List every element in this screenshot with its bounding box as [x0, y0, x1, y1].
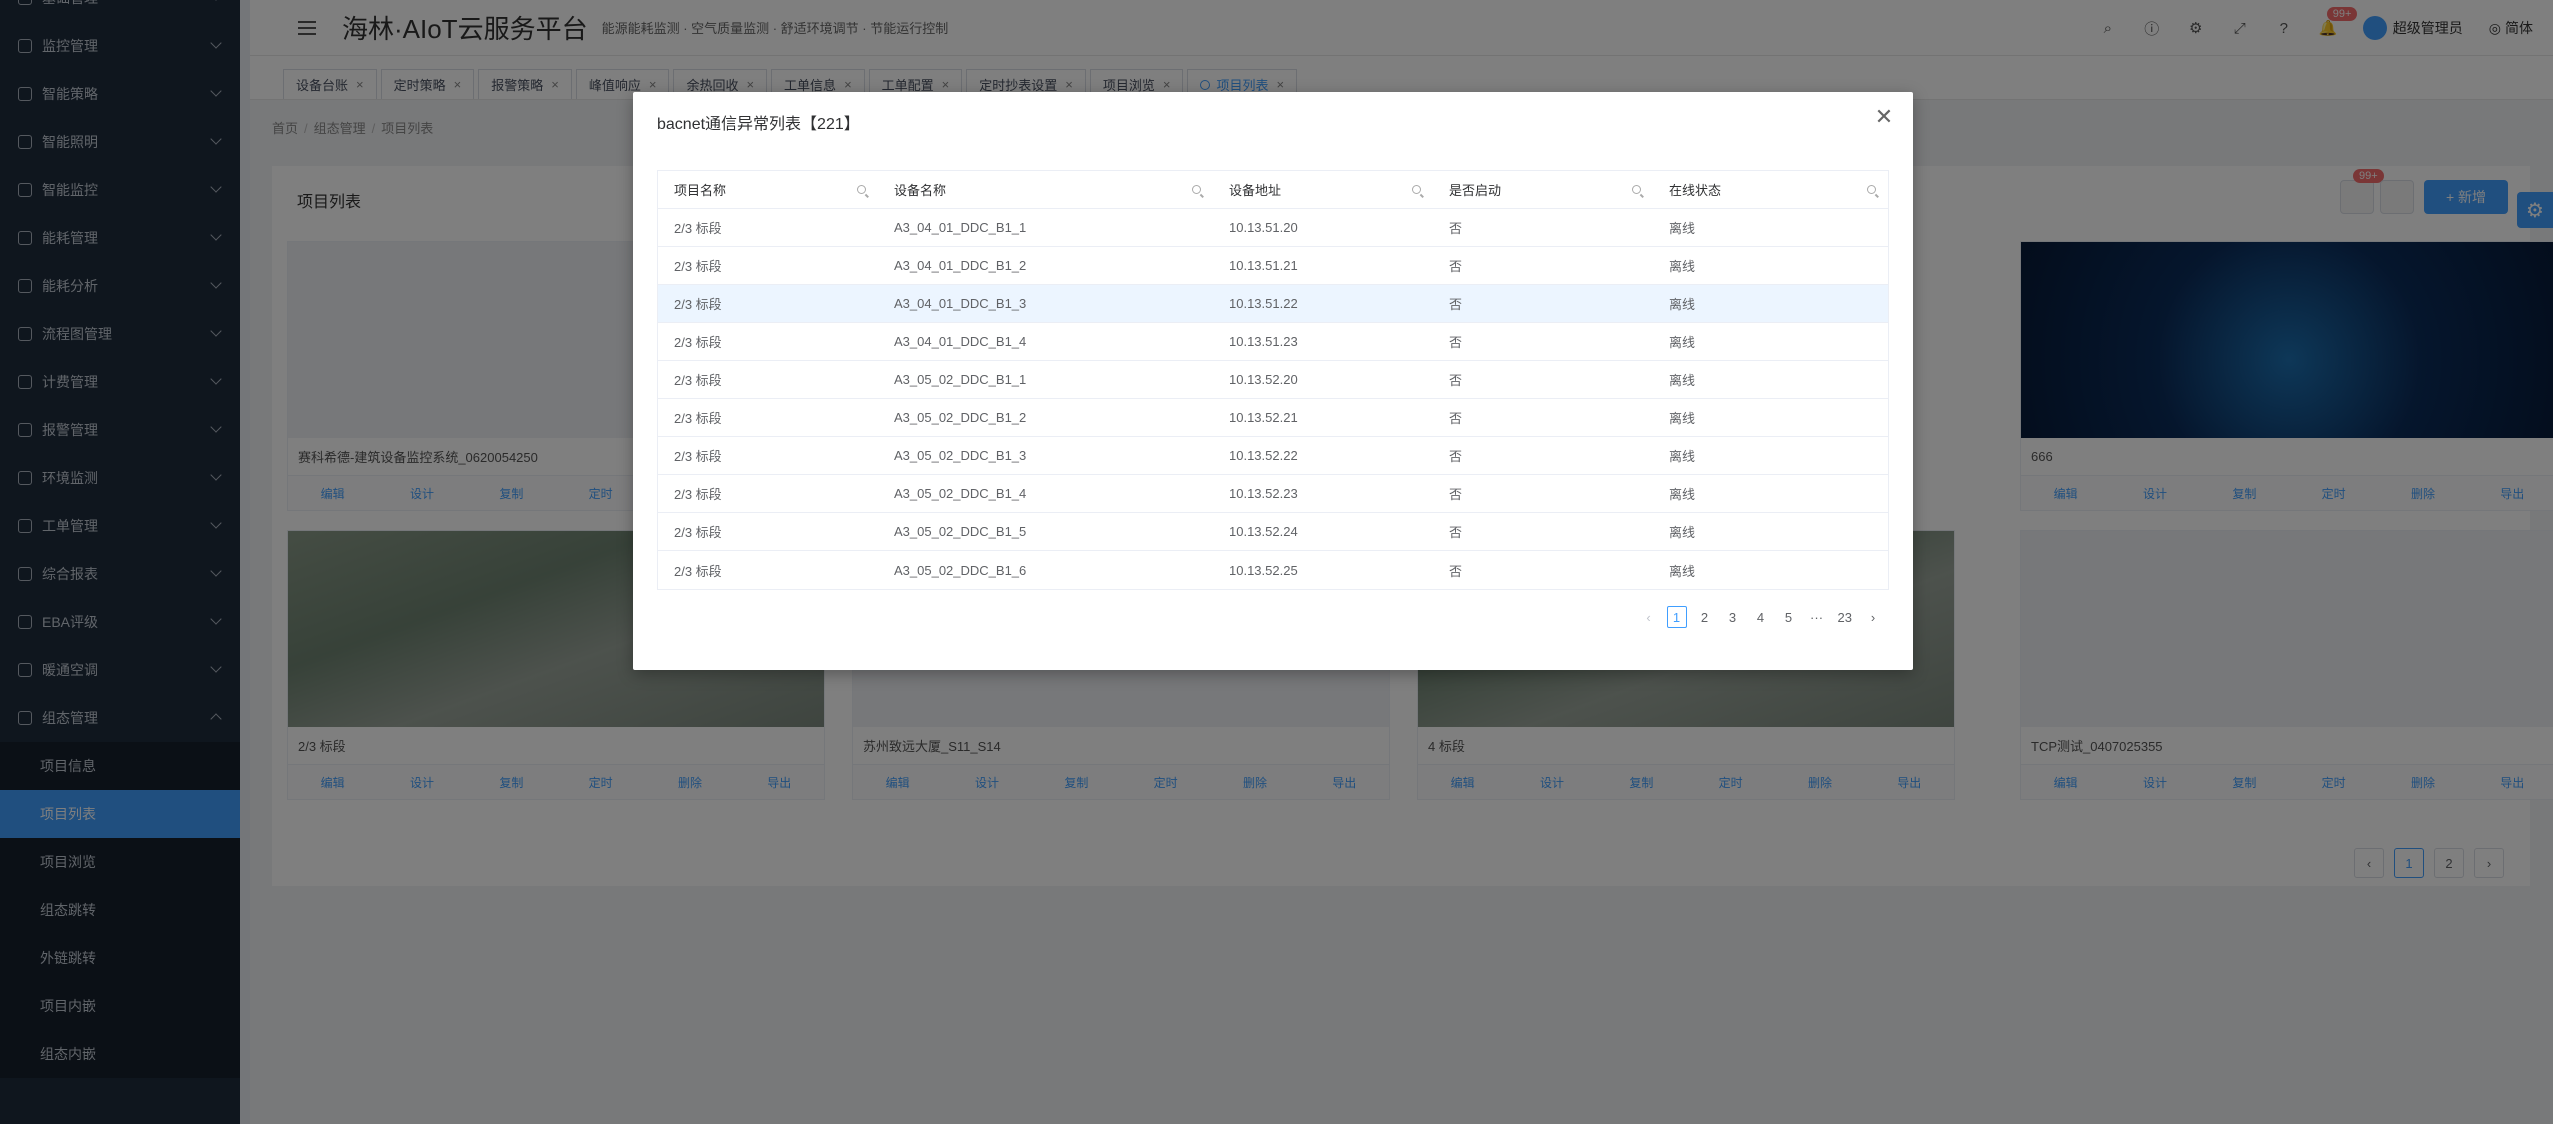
dialog-page-button[interactable]: 5: [1779, 606, 1799, 628]
table-cell: 离线: [1669, 259, 1696, 274]
table-cell: 2/3 标段: [674, 297, 722, 312]
table-cell: A3_05_02_DDC_B1_5: [894, 524, 1027, 539]
table-cell: 否: [1449, 411, 1463, 426]
table-cell: 离线: [1669, 221, 1696, 236]
column-header-label: 项目名称: [674, 183, 727, 198]
table-cell: 10.13.51.20: [1229, 220, 1298, 235]
search-icon[interactable]: [1412, 184, 1421, 194]
table-header: 项目名称 设备名称 设备地址 是否启动 在线状态: [658, 171, 1888, 209]
column-header-label: 在线状态: [1669, 183, 1722, 198]
table-cell: 否: [1449, 297, 1463, 312]
column-header-label: 设备地址: [1229, 183, 1282, 198]
table-cell: 离线: [1669, 297, 1696, 312]
table-cell: 2/3 标段: [674, 487, 722, 502]
column-header: 设备名称: [878, 171, 1213, 209]
table-cell: 10.13.51.21: [1229, 258, 1298, 273]
table-cell: 否: [1449, 373, 1463, 388]
table-cell: A3_04_01_DDC_B1_3: [894, 296, 1027, 311]
table-row[interactable]: 2/3 标段 A3_04_01_DDC_B1_4 10.13.51.23 否 离线: [658, 323, 1888, 361]
table-cell: 10.13.52.22: [1229, 448, 1298, 463]
dialog-page-button[interactable]: 1: [1666, 606, 1687, 628]
table-cell: 否: [1449, 335, 1463, 350]
table-cell: 10.13.51.23: [1229, 334, 1298, 349]
table-cell: A3_04_01_DDC_B1_4: [894, 334, 1027, 349]
table-cell: 否: [1449, 221, 1463, 236]
column-header: 是否启动: [1433, 171, 1653, 209]
search-icon[interactable]: [857, 184, 866, 194]
dialog-page-button[interactable]: 3: [1723, 606, 1743, 628]
table-cell: 离线: [1669, 449, 1696, 464]
table-cell: A3_05_02_DDC_B1_3: [894, 448, 1027, 463]
search-icon[interactable]: [1192, 184, 1201, 194]
dialog-page-button[interactable]: 4: [1751, 606, 1771, 628]
column-header: 项目名称: [658, 171, 878, 209]
table-cell: 10.13.51.22: [1229, 296, 1298, 311]
table-cell: 10.13.52.23: [1229, 486, 1298, 501]
table-cell: 否: [1449, 487, 1463, 502]
table-cell: 离线: [1669, 563, 1696, 579]
table-row[interactable]: 2/3 标段 A3_04_01_DDC_B1_1 10.13.51.20 否 离线: [658, 209, 1888, 247]
table-cell: 2/3 标段: [674, 221, 722, 236]
search-icon[interactable]: [1867, 184, 1876, 194]
table-row[interactable]: 2/3 标段 A3_04_01_DDC_B1_2 10.13.51.21 否 离线: [658, 247, 1888, 285]
table-row[interactable]: 2/3 标段 A3_05_02_DDC_B1_4 10.13.52.23 否 离线: [658, 475, 1888, 513]
dialog-pagination: ‹ 1 2 3 4 5 ··· 23 ›: [1639, 606, 1883, 628]
table-cell: 否: [1449, 259, 1463, 274]
column-header: 在线状态: [1653, 171, 1888, 209]
table-cell: 10.13.52.24: [1229, 524, 1298, 539]
table-cell: 否: [1449, 563, 1463, 579]
table-row[interactable]: 2/3 标段 A3_05_02_DDC_B1_3 10.13.52.22 否 离线: [658, 437, 1888, 475]
dialog-page-button[interactable]: 2: [1695, 606, 1715, 628]
table-cell: A3_05_02_DDC_B1_4: [894, 486, 1027, 501]
table-cell: 2/3 标段: [674, 259, 722, 274]
dialog-title: bacnet通信异常列表【221】: [657, 116, 860, 133]
table-cell: A3_04_01_DDC_B1_1: [894, 220, 1027, 235]
table-cell: 10.13.52.20: [1229, 372, 1298, 387]
table-cell: 离线: [1669, 487, 1696, 502]
table-cell: 否: [1449, 449, 1463, 464]
table-cell: 离线: [1669, 373, 1696, 388]
table-cell: A3_05_02_DDC_B1_2: [894, 410, 1027, 425]
table-cell: 10.13.52.21: [1229, 410, 1298, 425]
column-header-label: 设备名称: [894, 183, 947, 198]
table-cell: 2/3 标段: [674, 525, 722, 540]
table-cell: A3_05_02_DDC_B1_6: [894, 562, 1027, 578]
table-cell: 2/3 标段: [674, 449, 722, 464]
table-cell: 2/3 标段: [674, 335, 722, 350]
table-cell: 10.13.52.25: [1229, 562, 1298, 578]
table-row[interactable]: 2/3 标段 A3_05_02_DDC_B1_2 10.13.52.21 否 离线: [658, 399, 1888, 437]
table-cell: 离线: [1669, 411, 1696, 426]
error-table: 项目名称 设备名称 设备地址 是否启动 在线状态 2/3 标段 A3_04_01_DDC_B…: [657, 170, 1889, 590]
table-row[interactable]: 2/3 标段 A3_05_02_DDC_B1_5 10.13.52.24 否 离线: [658, 513, 1888, 551]
search-icon[interactable]: [1632, 184, 1641, 194]
dialog-page-button[interactable]: ···: [1807, 606, 1827, 628]
dialog-page-button[interactable]: 23: [1835, 606, 1855, 628]
column-header: 设备地址: [1213, 171, 1433, 209]
table-cell: 离线: [1669, 335, 1696, 350]
table-cell: 2/3 标段: [674, 411, 722, 426]
table-cell: 离线: [1669, 525, 1696, 540]
column-header-label: 是否启动: [1449, 183, 1502, 198]
table-cell: A3_05_02_DDC_B1_1: [894, 372, 1027, 387]
table-cell: 否: [1449, 525, 1463, 540]
table-row[interactable]: 2/3 标段 A3_05_02_DDC_B1_6 10.13.52.25 否 离线: [658, 551, 1888, 589]
dialog-next-page-button[interactable]: ›: [1863, 606, 1883, 628]
table-row[interactable]: 2/3 标段 A3_04_01_DDC_B1_3 10.13.51.22 否 离线: [658, 285, 1888, 323]
dialog-prev-page-button[interactable]: ‹: [1639, 606, 1659, 628]
table-cell: 2/3 标段: [674, 373, 722, 388]
bacnet-error-dialog: bacnet通信异常列表【221】 ✕ 项目名称 设备名称 设备地址 是否启动 在线状态…: [633, 92, 1913, 670]
close-icon[interactable]: ✕: [1873, 106, 1895, 128]
table-row[interactable]: 2/3 标段 A3_05_02_DDC_B1_1 10.13.52.20 否 离线: [658, 361, 1888, 399]
table-cell: A3_04_01_DDC_B1_2: [894, 258, 1027, 273]
table-cell: 2/3 标段: [674, 563, 722, 579]
